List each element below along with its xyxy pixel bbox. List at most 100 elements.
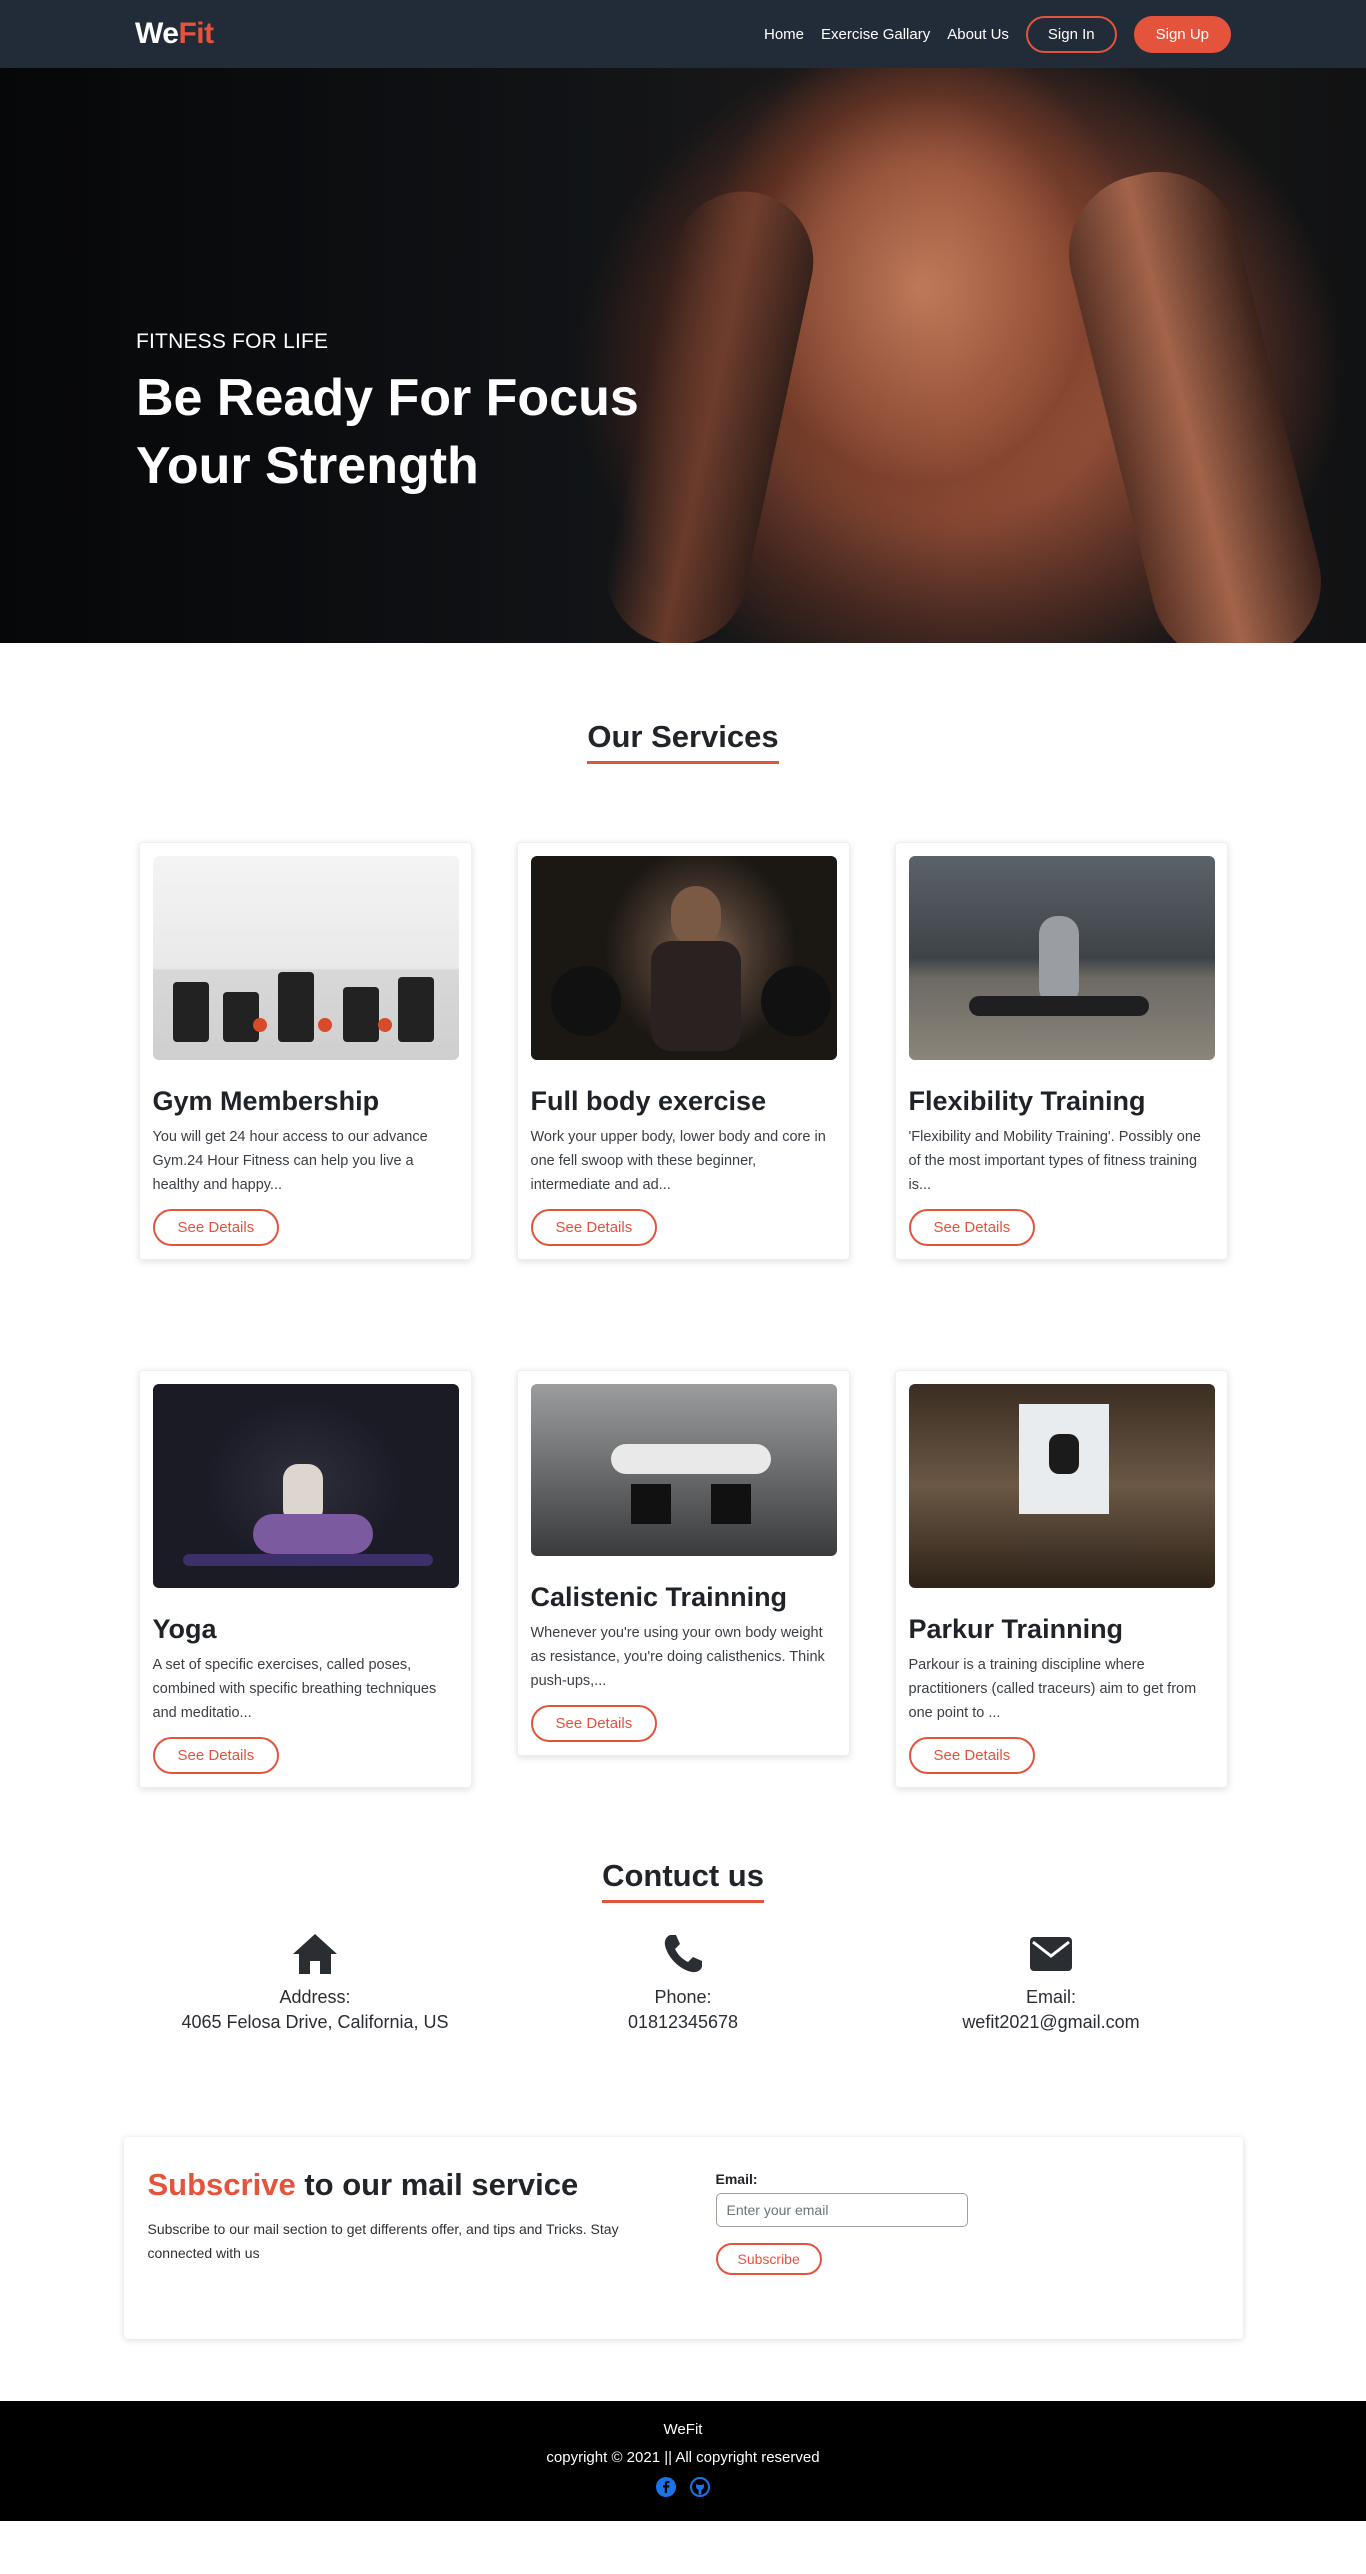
services-row-1: Gym Membership You will get 24 hour acce…: [0, 842, 1366, 1260]
contact-items: Address: 4065 Felosa Drive, California, …: [0, 1931, 1366, 2033]
person-figure: [610, 1444, 771, 1474]
gym-machine-accent: [252, 1018, 267, 1032]
card-text: Parkour is a training discipline where p…: [908, 1657, 1197, 1721]
card-title: Yoga: [152, 1614, 217, 1644]
contact-phone: Phone: 01812345678: [543, 1931, 823, 2033]
gym-machine: [342, 987, 379, 1042]
hero-banner: FITNESS FOR LIFE Be Ready For Focus Your…: [0, 68, 1366, 643]
navbar: WeFit Home Exercise Gallary About Us Sig…: [0, 0, 1366, 68]
card-text: Work your upper body, lower body and cor…: [530, 1129, 826, 1193]
subscribe-title-rest: to our mail service: [295, 2167, 579, 2202]
gym-machine-accent: [317, 1018, 332, 1032]
logo[interactable]: WeFit: [135, 17, 214, 51]
contact-address: Address: 4065 Felosa Drive, California, …: [175, 1931, 455, 2033]
services-row-2: Yoga A set of specific exercises, called…: [0, 1370, 1366, 1788]
person-legs: [252, 1514, 373, 1554]
card-title: Full body exercise: [530, 1086, 767, 1116]
service-card-calistenic-trainning: Calistenic Trainning Whenever you're usi…: [516, 1370, 850, 1756]
logo-fit: Fit: [178, 17, 214, 50]
facebook-icon[interactable]: [656, 2477, 676, 2502]
hero-title: Be Ready For Focus Your Strength: [136, 369, 639, 495]
logo-we: We: [135, 17, 179, 50]
parkour-image: [908, 1384, 1215, 1588]
nav-link-about-us[interactable]: About Us: [947, 26, 1009, 43]
weight-plate: [550, 966, 621, 1036]
email-input[interactable]: [715, 2193, 968, 2227]
service-card-parkur-trainning: Parkur Trainning Parkour is a training d…: [894, 1370, 1228, 1788]
subscribe-info: Subscrive to our mail service Subscribe …: [148, 2167, 668, 2265]
nav-link-exercise-gallery[interactable]: Exercise Gallary: [821, 26, 930, 43]
gym-machine: [172, 982, 209, 1042]
sign-in-button[interactable]: Sign In: [1025, 15, 1117, 53]
nav-menu: Home Exercise Gallary About Us Sign In S…: [747, 15, 1231, 53]
github-icon[interactable]: [690, 2477, 710, 2502]
footer-copyright: copyright © 2021 || All copyright reserv…: [546, 2449, 820, 2466]
contact-label: Phone:: [654, 1987, 712, 2007]
weight-plate: [760, 966, 831, 1036]
contact-heading: Contuct us: [602, 1858, 764, 1903]
footer: WeFit copyright © 2021 || All copyright …: [0, 2401, 1366, 2521]
subscribe-title: Subscrive to our mail service: [148, 2167, 668, 2203]
services-heading-wrap: Our Services: [0, 719, 1366, 764]
flexibility-image: [908, 856, 1215, 1060]
gym-machine: [222, 992, 259, 1042]
card-title: Calistenic Trainning: [530, 1582, 788, 1612]
contact-heading-wrap: Contuct us: [0, 1858, 1366, 1903]
card-title: Flexibility Training: [908, 1086, 1146, 1116]
services-heading: Our Services: [587, 719, 779, 764]
footer-brand: WeFit: [663, 2421, 703, 2438]
hero-subtitle: FITNESS FOR LIFE: [136, 330, 329, 353]
service-card-flexibility-training: Flexibility Training 'Flexibility and Mo…: [894, 842, 1228, 1260]
services-section: Our Services Gym Membership You will get…: [0, 643, 1366, 1788]
card-title: Gym Membership: [152, 1086, 380, 1116]
person-legs: [968, 996, 1149, 1016]
person-figure: [1048, 1434, 1079, 1474]
card-title: Parkur Trainning: [908, 1614, 1124, 1644]
social-links: [0, 2477, 1366, 2502]
subscribe-form: Email: Subscribe: [715, 2171, 968, 2275]
contact-email: Email: wefit2021@gmail.com: [911, 1931, 1191, 2033]
hero-text: FITNESS FOR LIFE Be Ready For Focus Your…: [136, 330, 696, 500]
contact-value: 4065 Felosa Drive, California, US: [181, 2012, 449, 2032]
nav-link-home[interactable]: Home: [764, 26, 804, 43]
subscribe-title-accent: Subscrive: [147, 2167, 296, 2202]
subscribe-button[interactable]: Subscribe: [715, 2243, 822, 2275]
calisthenics-image: [530, 1384, 837, 1556]
contact-label: Email:: [1025, 1987, 1076, 2007]
parallette: [710, 1484, 751, 1524]
email-label: Email:: [715, 2171, 758, 2187]
gym-machine-accent: [377, 1018, 392, 1032]
card-text: You will get 24 hour access to our advan…: [152, 1129, 428, 1193]
gym-image: [152, 856, 459, 1060]
envelope-icon: [911, 1931, 1191, 1977]
service-card-full-body-exercise: Full body exercise Work your upper body,…: [516, 842, 850, 1260]
parallette: [630, 1484, 671, 1524]
contact-value: wefit2021@gmail.com: [962, 2012, 1140, 2032]
home-icon: [175, 1931, 455, 1977]
person-figure: [670, 886, 721, 946]
see-details-button[interactable]: See Details: [530, 1209, 658, 1246]
subscribe-text: Subscribe to our mail section to get dif…: [147, 2221, 619, 2261]
phone-icon: [543, 1931, 823, 1977]
contact-label: Address:: [279, 1987, 351, 2007]
person-figure: [1038, 916, 1079, 1006]
gym-machine: [277, 972, 314, 1042]
full-body-image: [530, 856, 837, 1060]
see-details-button[interactable]: See Details: [152, 1737, 280, 1774]
card-text: Whenever you're using your own body weig…: [530, 1625, 825, 1689]
see-details-button[interactable]: See Details: [908, 1209, 1036, 1246]
card-text: 'Flexibility and Mobility Training'. Pos…: [908, 1129, 1201, 1193]
sign-up-button[interactable]: Sign Up: [1133, 15, 1231, 53]
see-details-button[interactable]: See Details: [152, 1209, 280, 1246]
gym-machine: [397, 977, 434, 1042]
service-card-yoga: Yoga A set of specific exercises, called…: [138, 1370, 472, 1788]
yoga-image: [152, 1384, 459, 1588]
contact-value: 01812345678: [627, 2012, 739, 2032]
contact-section: Contuct us Address: 4065 Felosa Drive, C…: [0, 1858, 1366, 2033]
yoga-mat: [182, 1554, 433, 1566]
service-card-gym-membership: Gym Membership You will get 24 hour acce…: [138, 842, 472, 1260]
see-details-button[interactable]: See Details: [530, 1705, 658, 1742]
subscribe-panel: Subscrive to our mail service Subscribe …: [123, 2137, 1243, 2339]
card-text: A set of specific exercises, called pose…: [152, 1657, 437, 1721]
see-details-button[interactable]: See Details: [908, 1737, 1036, 1774]
